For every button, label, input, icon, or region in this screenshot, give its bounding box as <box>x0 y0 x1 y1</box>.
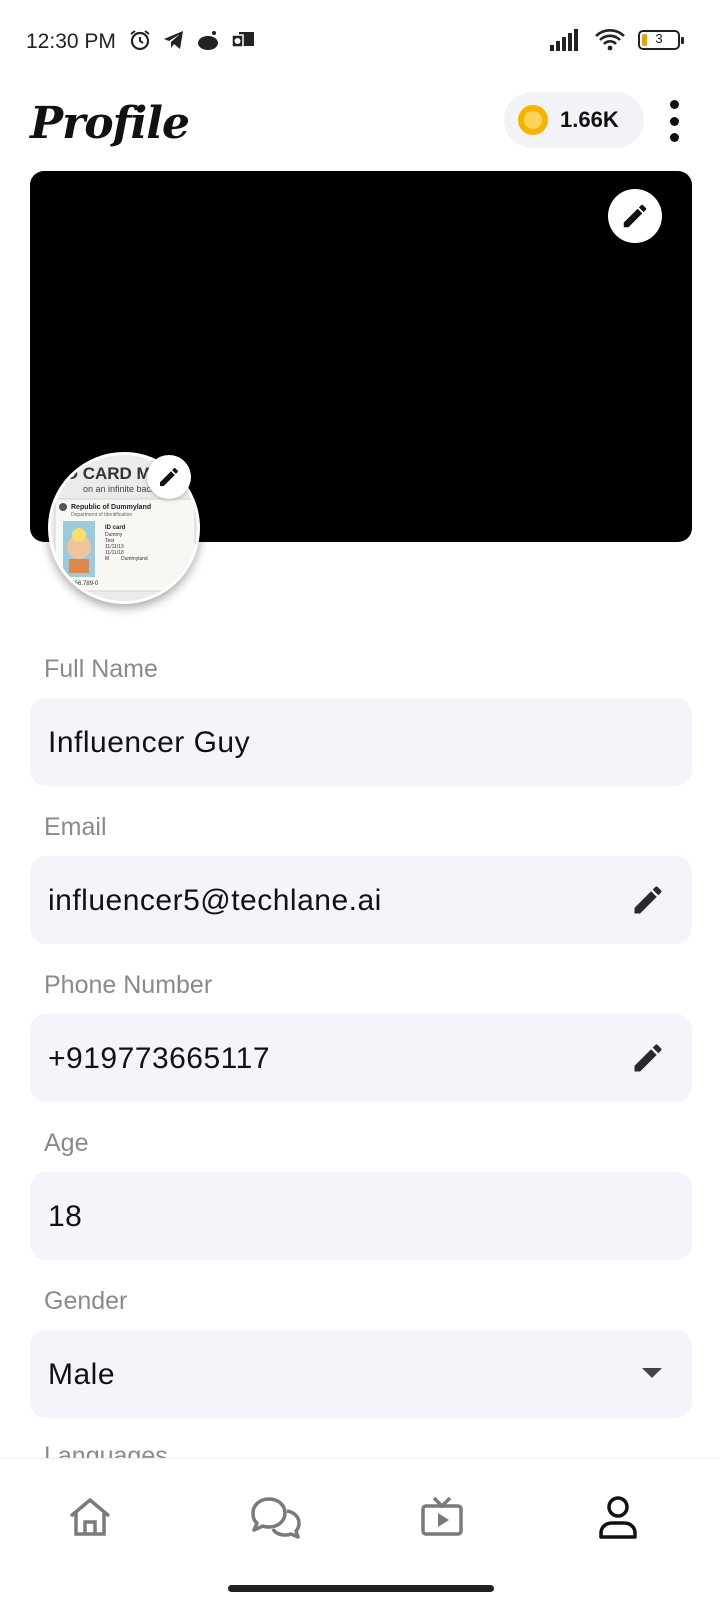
signal-icon <box>550 29 578 51</box>
phone-value: +919773665117 <box>48 1042 271 1075</box>
email-field[interactable]: influencer5@techlane.ai <box>30 856 692 944</box>
video-icon <box>421 1496 463 1536</box>
age-label: Age <box>44 1129 89 1157</box>
reddit-icon <box>198 31 218 50</box>
gender-label: Gender <box>44 1287 128 1315</box>
full-name-value: Influencer Guy <box>48 726 251 759</box>
profile-icon <box>599 1496 637 1539</box>
pencil-icon <box>160 467 179 486</box>
outlook-icon <box>231 32 254 48</box>
card-type: ID card <box>105 525 126 531</box>
status-bar: 12:30 PM 3 <box>0 0 720 88</box>
page-title: Profile <box>30 98 190 149</box>
status-time: 12:30 PM <box>26 30 116 53</box>
more-options-button[interactable] <box>662 100 686 142</box>
card-dept: Department of Identification <box>71 512 132 518</box>
gender-select[interactable]: Male <box>30 1330 692 1418</box>
gender-value: Male <box>48 1358 116 1391</box>
edit-cover-button[interactable] <box>608 189 662 243</box>
dropdown-arrow-icon <box>642 1368 662 1378</box>
app-header: Profile 1.66K <box>0 88 720 168</box>
pencil-icon <box>623 204 647 228</box>
coin-balance[interactable]: 1.66K <box>504 92 644 148</box>
home-indicator[interactable] <box>228 1585 494 1592</box>
card-number: 23.456.789-0 <box>63 581 99 587</box>
bottom-navigation <box>0 1458 720 1601</box>
system-icons: 3 <box>550 28 684 52</box>
nav-home[interactable] <box>60 1487 120 1547</box>
nav-chat[interactable] <box>246 1487 306 1547</box>
edit-phone-icon[interactable] <box>630 1040 666 1076</box>
card-place: Dummyland <box>121 556 148 562</box>
telegram-icon <box>164 31 183 49</box>
alarm-icon <box>130 30 150 51</box>
phone-label: Phone Number <box>44 971 213 999</box>
phone-field[interactable]: +919773665117 <box>30 1014 692 1102</box>
email-value: influencer5@techlane.ai <box>48 884 382 917</box>
full-name-field[interactable]: Influencer Guy <box>30 698 692 786</box>
nav-video[interactable] <box>412 1487 472 1547</box>
chat-icon <box>251 1497 301 1539</box>
edit-avatar-button[interactable] <box>147 455 191 499</box>
home-icon <box>69 1498 111 1536</box>
email-label: Email <box>44 813 107 841</box>
languages-label: Languages <box>44 1442 168 1458</box>
notification-icons <box>128 28 256 52</box>
wifi-icon <box>595 29 625 51</box>
age-field[interactable]: 18 <box>30 1172 692 1260</box>
battery-icon: 3 <box>638 30 684 50</box>
age-value: 18 <box>48 1200 83 1233</box>
coin-icon <box>518 105 548 135</box>
card-gender: M <box>105 556 109 562</box>
coin-value: 1.66K <box>560 107 619 132</box>
card-country: Republic of Dummyland <box>71 504 151 511</box>
full-name-label: Full Name <box>44 655 158 683</box>
battery-level: 3 <box>655 31 663 46</box>
nav-profile[interactable] <box>588 1487 648 1547</box>
edit-email-icon[interactable] <box>630 882 666 918</box>
